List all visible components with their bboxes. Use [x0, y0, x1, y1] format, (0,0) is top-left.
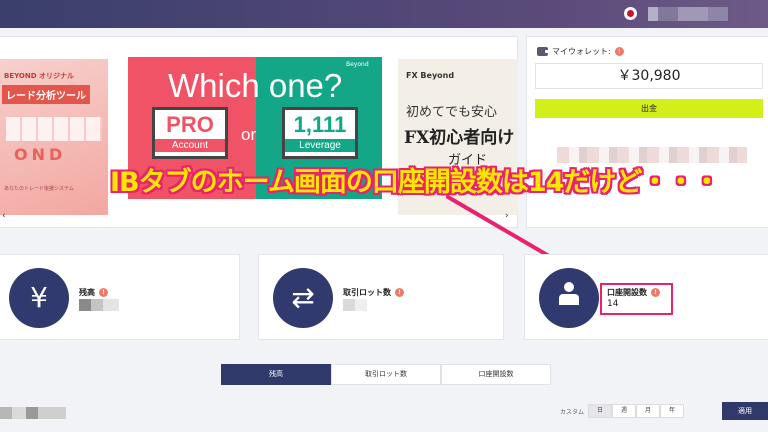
period-day-button[interactable]: 日 — [588, 404, 613, 418]
date-range-blurred — [0, 407, 66, 419]
top-bar — [0, 0, 768, 28]
wallet-balance: ￥30,980 — [535, 63, 763, 89]
pro-label: PRO — [166, 112, 214, 137]
banner-slide-analysis-tool[interactable]: BEYOND オリジナル レード分析ツール OND あなたのトレード後援システム — [0, 59, 108, 215]
apply-button[interactable]: 適用 — [722, 402, 768, 420]
stat-card-balance: ¥ 残高 ! — [0, 254, 240, 340]
leverage-label: Leverage — [285, 139, 355, 152]
slide-headline: Which one? — [168, 67, 343, 104]
period-week-button[interactable]: 週 — [612, 404, 637, 418]
period-year-button[interactable]: 年 — [660, 404, 685, 418]
info-icon[interactable]: ! — [614, 47, 624, 56]
leverage-box: 1,111 Leverage — [282, 107, 358, 159]
person-head — [564, 282, 574, 292]
period-month-button[interactable]: 月 — [636, 404, 661, 418]
pro-account-box: PRO Account — [152, 107, 228, 159]
custom-period-label[interactable]: カスタム — [560, 407, 584, 416]
stat-card-lots: ⇄ 取引ロット数 ! — [258, 254, 504, 340]
stat-label-balance: 残高 ! — [79, 287, 108, 298]
stat-label-balance-text: 残高 — [79, 288, 95, 297]
slide-title: レード分析ツール — [2, 85, 90, 104]
fx-beyond-logo: FX Beyond — [406, 71, 455, 80]
person-body — [559, 294, 579, 305]
japan-flag-icon[interactable] — [624, 7, 637, 20]
account-label: Account — [155, 139, 225, 152]
stat-label-lots-text: 取引ロット数 — [343, 288, 391, 297]
wallet-header: マイウォレット: ! — [537, 46, 624, 57]
stat-value-lots-blurred — [343, 299, 367, 311]
slide-logo-letters: OND — [14, 145, 67, 164]
carousel-prev-icon[interactable]: ‹ — [2, 211, 6, 221]
beyond-logo: Beyond — [346, 61, 369, 68]
yen-icon: ¥ — [9, 268, 69, 328]
stat-label-lots: 取引ロット数 ! — [343, 287, 404, 298]
wallet-label: マイウォレット: — [552, 47, 611, 56]
slide-caption: あなたのトレード後援システム — [4, 186, 74, 192]
or-label: or — [241, 125, 257, 144]
tab-balance[interactable]: 残高 — [221, 364, 331, 385]
period-selector: カスタム 日 週 月 年 — [560, 404, 685, 418]
wallet-card: マイウォレット: ! ￥30,980 出金 — [526, 36, 768, 228]
leverage-value: 1,111 — [293, 112, 347, 137]
guide-line-1: 初めてでも安心 — [406, 105, 498, 120]
exchange-arrows-icon: ⇄ — [273, 268, 333, 328]
user-name-blurred[interactable] — [648, 7, 728, 21]
wallet-icon — [537, 47, 549, 56]
slide-brand: BEYOND オリジナル — [4, 72, 74, 80]
tab-lots[interactable]: 取引ロット数 — [331, 364, 441, 385]
info-icon[interactable]: ! — [99, 288, 108, 297]
annotation-caption: IBタブのホーム画面の口座開設数は14だけど・・・ — [110, 167, 720, 198]
slide-chart-graphic — [6, 117, 102, 141]
chart-tabs: 残高 取引ロット数 口座開設数 — [221, 364, 551, 385]
person-shape — [559, 282, 579, 314]
carousel-next-icon[interactable]: › — [505, 211, 509, 221]
withdraw-button[interactable]: 出金 — [535, 99, 763, 118]
tab-accounts[interactable]: 口座開設数 — [441, 364, 551, 385]
person-icon — [539, 268, 599, 328]
info-icon[interactable]: ! — [395, 288, 404, 297]
banner-carousel: BEYOND オリジナル レード分析ツール OND あなたのトレード後援システム… — [0, 36, 518, 228]
guide-line-2: FX初心者向け — [404, 128, 515, 148]
stat-value-balance-blurred — [79, 299, 119, 311]
annotation-highlight-box — [600, 283, 673, 315]
